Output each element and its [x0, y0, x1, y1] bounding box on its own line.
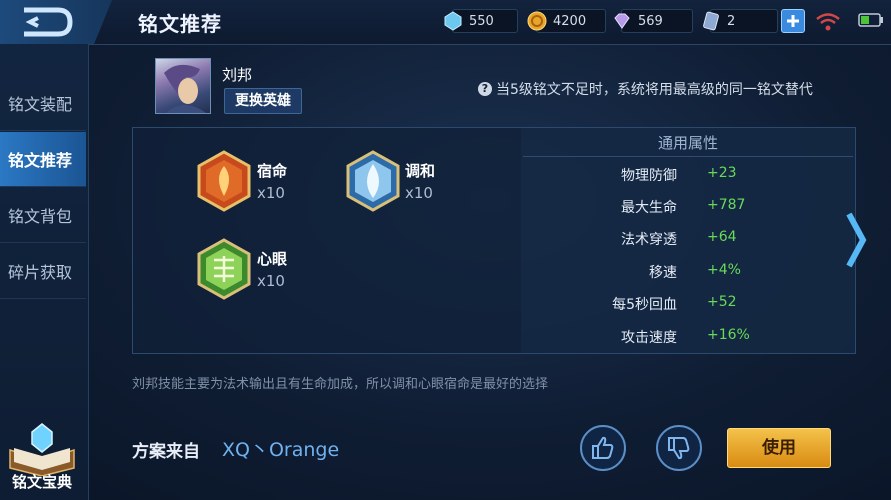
property-row: 移速 +4%: [521, 259, 855, 283]
rune-count: x10: [257, 272, 285, 290]
sidebar-item-label: 铭文推荐: [8, 151, 73, 170]
diamond-value: 550: [469, 13, 494, 29]
property-name: 物理防御: [621, 168, 677, 184]
property-name: 每5秒回血: [612, 297, 677, 313]
rune-name: 心眼: [257, 250, 288, 268]
sidebar-item-fragment-obtain[interactable]: 碎片获取: [0, 244, 86, 299]
like-button[interactable]: [580, 425, 626, 471]
hero-avatar-icon: [164, 64, 206, 113]
info-icon: ?: [478, 82, 492, 96]
divider: [523, 156, 853, 157]
use-button[interactable]: 使用: [727, 428, 831, 468]
gem-value: 569: [638, 13, 663, 29]
property-value: +4%: [707, 262, 741, 278]
property-value: +16%: [707, 327, 750, 343]
ticket-value: 2: [727, 13, 736, 29]
rune-insight-icon[interactable]: [196, 238, 252, 300]
property-name: 攻击速度: [621, 330, 677, 346]
rune-harmony-icon[interactable]: [345, 150, 401, 212]
property-value: +64: [707, 229, 737, 245]
diamond-icon: [444, 11, 462, 31]
sidebar-item-label: 铭文背包: [8, 207, 73, 226]
gem-icon: [614, 13, 630, 29]
rune-fate-icon[interactable]: [196, 150, 252, 212]
plus-icon: [787, 15, 799, 27]
thumbs-down-icon: [668, 437, 690, 460]
notice: ? 当5级铭文不足时，系统将用最高级的同一铭文替代: [478, 79, 813, 99]
plan-author: XQ丶Orange: [222, 439, 340, 461]
next-page-arrow-icon[interactable]: [845, 210, 867, 270]
add-currency-button[interactable]: [781, 9, 805, 33]
rune-count: x10: [257, 184, 285, 202]
rune-count: x10: [405, 184, 433, 202]
plan-source-label: 方案来自: [132, 442, 200, 462]
properties-title: 通用属性: [657, 134, 718, 152]
page-title: 铭文推荐: [138, 12, 222, 36]
recommendation-description: 刘邦技能主要为法术输出且有生命加成，所以调和心眼宿命是最好的选择: [132, 377, 549, 392]
sidebar-item-rune-equip[interactable]: 铭文装配: [0, 76, 86, 131]
sidebar-item-rune-recommend[interactable]: 铭文推荐: [0, 132, 86, 187]
rune-codex-label: 铭文宝典: [11, 473, 72, 491]
battery-icon: [858, 13, 883, 27]
gold-counter: 4200: [527, 9, 606, 33]
property-value: +23: [707, 165, 737, 181]
property-row: 物理防御 +23: [521, 162, 855, 186]
sidebar-item-label: 碎片获取: [8, 263, 73, 282]
gold-coin-icon: [527, 11, 547, 31]
diamond-counter: 550: [444, 9, 518, 33]
back-button[interactable]: [0, 0, 112, 44]
wifi-icon: [816, 13, 840, 31]
gold-value: 4200: [553, 13, 587, 29]
property-name: 移速: [649, 265, 677, 281]
rune-codex-button[interactable]: 铭文宝典: [2, 420, 82, 498]
property-row: 每5秒回血 +52: [521, 291, 855, 315]
notice-text: 当5级铭文不足时，系统将用最高级的同一铭文替代: [496, 82, 813, 98]
rune-name: 宿命: [257, 162, 288, 180]
sidebar-item-label: 铭文装配: [8, 95, 73, 114]
property-value: +787: [707, 197, 746, 213]
rune-panel: 宿命 x10 调和 x10 心眼 x10 通用属性 物理防御 +23 最大生命 …: [132, 127, 856, 354]
property-row: 最大生命 +787: [521, 194, 855, 218]
book-icon: [9, 423, 75, 476]
ticket-icon: [703, 11, 719, 31]
hero-name: 刘邦: [222, 66, 253, 84]
gem-counter: 569: [614, 9, 693, 33]
property-row: 攻击速度 +16%: [521, 324, 855, 348]
property-name: 法术穿透: [621, 232, 677, 248]
thumbs-up-icon: [592, 436, 614, 459]
hero-portrait: [155, 58, 211, 114]
sidebar-item-rune-bag[interactable]: 铭文背包: [0, 188, 86, 243]
general-properties-panel: 通用属性 物理防御 +23 最大生命 +787 法术穿透 +64 移速 +4% …: [521, 128, 855, 353]
dislike-button[interactable]: [656, 425, 702, 471]
property-row: 法术穿透 +64: [521, 226, 855, 250]
ticket-counter: 2: [703, 9, 778, 33]
change-hero-button[interactable]: 更换英雄: [224, 88, 302, 114]
property-value: +52: [707, 294, 737, 310]
property-name: 最大生命: [621, 200, 677, 216]
back-arrow-icon: [24, 7, 73, 37]
rune-name: 调和: [405, 162, 436, 180]
